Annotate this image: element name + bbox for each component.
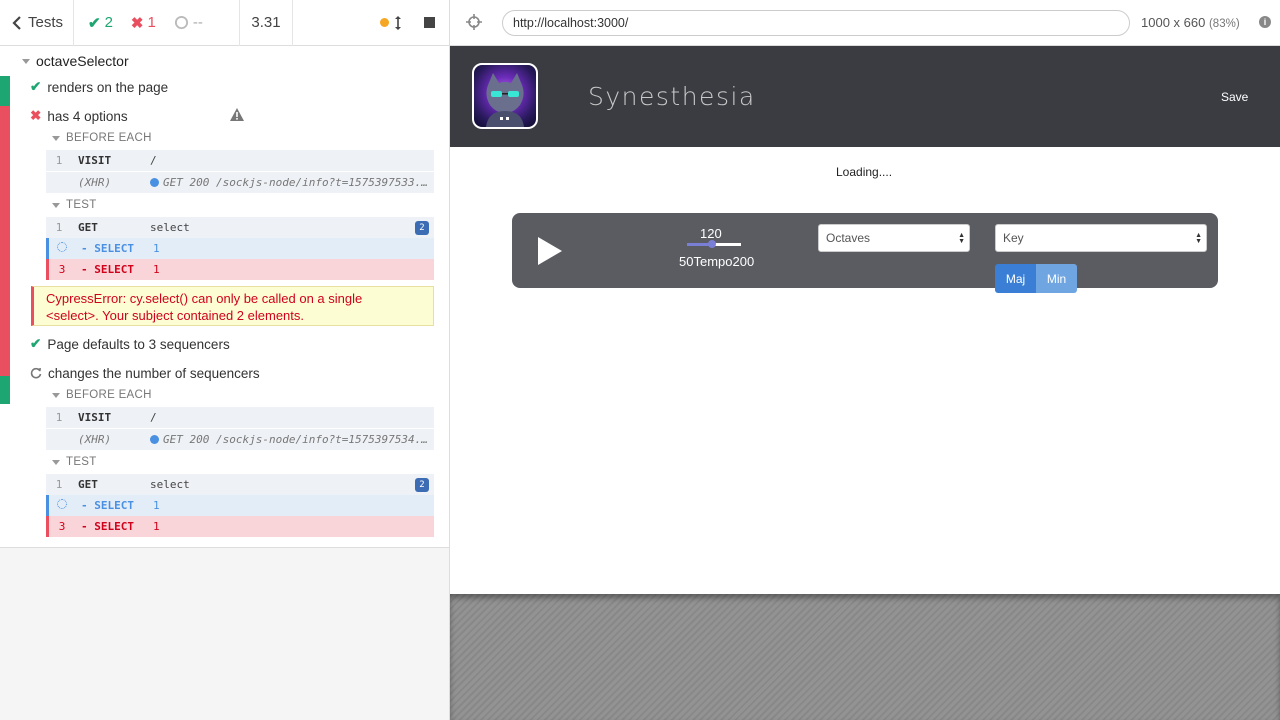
save-button[interactable]: Save <box>1221 90 1248 104</box>
command-get[interactable]: 1 GET select 2 <box>46 217 434 238</box>
stop-icon[interactable] <box>424 17 435 28</box>
scale-toggle: Maj Min <box>995 264 1077 293</box>
test-stats: ✔ 2 ✖ 1 -- <box>74 0 240 46</box>
caret-down-icon <box>52 459 60 465</box>
suite-title: octaveSelector <box>36 53 129 69</box>
check-icon: ✔ <box>30 79 42 94</box>
selector-playground-crosshair-icon[interactable] <box>466 14 482 30</box>
x-icon: ✖ <box>30 108 42 123</box>
command-select-failed[interactable]: 3- SELECT 1 <box>46 259 434 280</box>
duration: 3.31 <box>240 0 293 46</box>
hook-before-each[interactable]: BEFORE EACH <box>52 389 152 401</box>
chevron-left-icon <box>12 15 21 30</box>
passed-count: ✔ 2 <box>88 14 113 32</box>
caret-down-icon <box>52 392 60 398</box>
caret-down-icon <box>52 135 60 141</box>
hook-test[interactable]: TEST <box>52 199 97 211</box>
command-xhr[interactable]: (XHR) GET 200 /sockjs-node/info?t=1575397… <box>46 429 434 450</box>
command-select-failed[interactable]: 3- SELECT 1 <box>46 516 434 537</box>
test-item[interactable]: ✖ has 4 options <box>30 106 128 126</box>
command-xhr[interactable]: (XHR) GET 200 /sockjs-node/info?t=1575397… <box>46 172 434 193</box>
tempo-label: Tempo <box>693 254 733 269</box>
test-title: renders on the page <box>47 79 169 95</box>
app-frame: Synesthesia Save Loading.... 120 50 Tempo… <box>450 46 1280 594</box>
check-icon: ✔ <box>88 14 101 32</box>
aut-header: http://localhost:3000/ 1000 x 660 (83%) … <box>450 0 1280 46</box>
app-title: Synesthesia <box>588 82 756 111</box>
back-label: Tests <box>27 14 63 31</box>
reporter-runnables: octaveSelector ✔ renders on the page ✖ h… <box>0 46 449 548</box>
xhr-status-dot-icon <box>150 435 159 444</box>
tempo-labels: 50 Tempo 200 <box>679 254 754 269</box>
hook-before-each[interactable]: BEFORE EACH <box>52 132 152 144</box>
failed-count: ✖ 1 <box>130 14 156 32</box>
element-count-badge: 2 <box>415 477 429 492</box>
command-select-pending[interactable]: - SELECT 1 <box>46 495 434 516</box>
pending-count: -- <box>174 14 203 31</box>
tempo-value: 120 <box>700 226 722 241</box>
test-title: changes the number of sequencers <box>48 365 260 381</box>
loading-text: Loading.... <box>836 165 893 179</box>
check-icon: ✔ <box>30 336 42 351</box>
pass-stripe <box>0 76 10 106</box>
tempo-slider-handle[interactable] <box>708 240 717 248</box>
test-title: Page defaults to 3 sequencers <box>47 336 230 352</box>
command-visit[interactable]: 1 VISIT / <box>46 407 434 428</box>
warning-icon[interactable] <box>229 107 245 122</box>
reporter-header: Tests ✔ 2 ✖ 1 -- 3.31 <box>0 0 449 46</box>
cat-logo-icon <box>486 73 524 127</box>
test-item-running[interactable]: changes the number of sequencers <box>30 363 260 383</box>
viewport-size: 1000 x 660 (83%) <box>1141 15 1240 30</box>
element-count-badge: 2 <box>415 220 429 235</box>
cat-logo-image <box>472 63 538 129</box>
xhr-status-dot-icon <box>150 178 159 187</box>
test-item[interactable]: ✔ Page defaults to 3 sequencers <box>30 334 230 354</box>
tempo-min: 50 <box>679 254 694 269</box>
caret-down-icon <box>22 58 30 64</box>
url-field[interactable]: http://localhost:3000/ <box>502 10 1130 36</box>
app-under-test: http://localhost:3000/ 1000 x 660 (83%) … <box>450 0 1280 720</box>
x-icon: ✖ <box>130 14 144 32</box>
spinner-icon <box>57 242 67 252</box>
caret-down-icon <box>52 202 60 208</box>
back-to-tests-button[interactable]: Tests <box>0 0 74 46</box>
select-arrows-icon: ▲ ▼ <box>1195 232 1202 245</box>
tempo-slider[interactable] <box>687 240 741 248</box>
command-select-pending[interactable]: - SELECT 1 <box>46 238 434 259</box>
test-item[interactable]: ✔ renders on the page <box>30 77 168 97</box>
play-icon[interactable] <box>536 235 564 267</box>
fail-stripe <box>0 106 10 376</box>
key-select[interactable]: Key ▲ ▼ <box>995 224 1207 252</box>
control-panel: 120 50 Tempo 200 Octaves ▲ ▼ Key ▲ ▼ Maj Min <box>512 213 1218 293</box>
command-visit[interactable]: 1 VISIT / <box>46 150 434 171</box>
hook-test[interactable]: TEST <box>52 456 97 468</box>
suite-octave-selector[interactable]: octaveSelector <box>22 50 129 72</box>
auto-scroll-toggle[interactable] <box>380 15 402 31</box>
select-arrows-icon: ▲ ▼ <box>958 232 965 245</box>
tempo-max: 200 <box>732 254 755 269</box>
app-header: Synesthesia Save <box>450 46 1280 147</box>
major-button[interactable]: Maj <box>995 264 1036 293</box>
pass-stripe <box>0 376 10 404</box>
running-indicator-icon <box>380 18 389 27</box>
test-title: has 4 options <box>47 108 128 124</box>
info-icon[interactable]: i <box>1259 16 1271 28</box>
minor-button[interactable]: Min <box>1036 264 1077 293</box>
error-message[interactable]: CypressError: cy.select() can only be ca… <box>31 286 434 326</box>
circle-notch-icon <box>174 15 188 30</box>
spinner-icon <box>57 499 67 509</box>
aut-background <box>450 594 1280 720</box>
arrows-vertical-icon <box>395 15 401 30</box>
octaves-select[interactable]: Octaves ▲ ▼ <box>818 224 970 252</box>
test-reporter: Tests ✔ 2 ✖ 1 -- 3.31 octaveSelector ✔ ren… <box>0 0 450 720</box>
command-get[interactable]: 1 GET select 2 <box>46 474 434 495</box>
refresh-icon <box>30 367 42 379</box>
reporter-controls <box>293 0 449 46</box>
